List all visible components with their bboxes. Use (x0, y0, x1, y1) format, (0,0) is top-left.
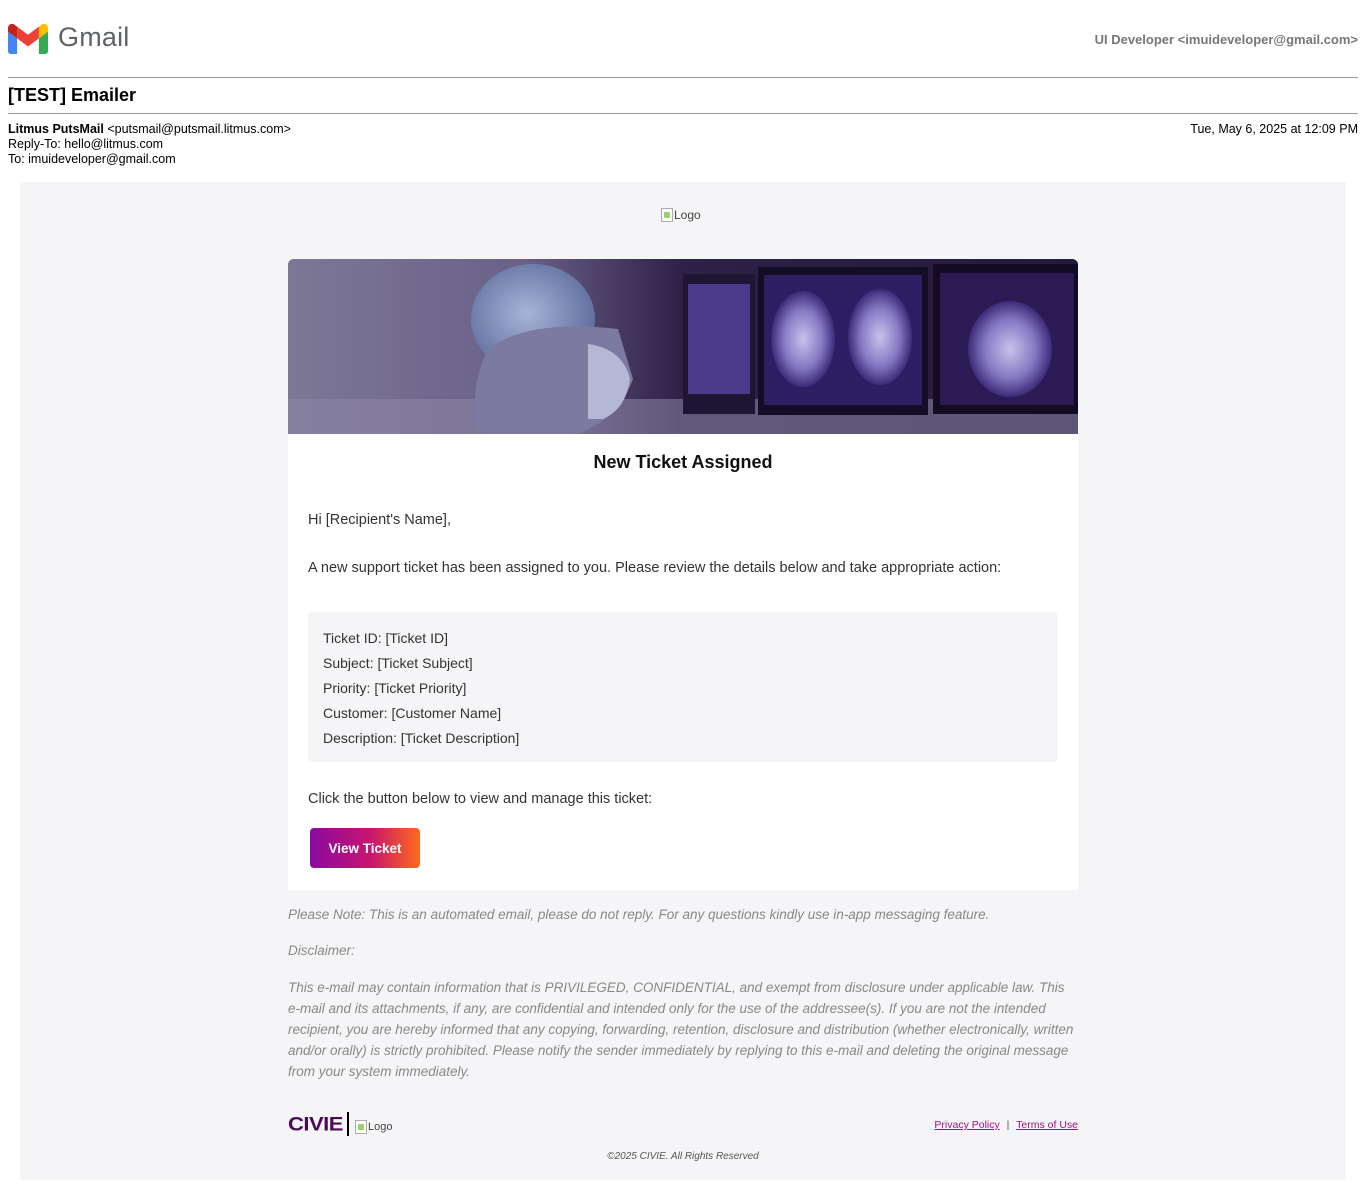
account-identity: UI Developer <imuideveloper@gmail.com> (1094, 32, 1358, 47)
cta-text: Click the button below to view and manag… (308, 791, 653, 807)
ticket-id-row: Ticket ID: [Ticket ID] (323, 630, 448, 646)
email-date: Tue, May 6, 2025 at 12:09 PM (1190, 122, 1358, 136)
gmail-wordmark: Gmail (58, 22, 130, 52)
ticket-customer-row: Customer: [Customer Name] (323, 705, 502, 721)
broken-image-icon (661, 208, 673, 222)
ticket-description-row: Description: [Ticket Description] (323, 730, 520, 746)
ticket-subject-row: Subject: [Ticket Subject] (323, 655, 473, 671)
footer-logo-image: Logo (354, 1120, 393, 1134)
divider (8, 113, 1358, 114)
sender-line: Litmus PutsMail <putsmail@putsmail.litmu… (8, 122, 291, 137)
broken-image-icon (354, 1120, 367, 1134)
hero-image (288, 259, 1078, 434)
greeting: Hi [Recipient's Name], (308, 512, 451, 528)
link-separator: | (1006, 1119, 1010, 1131)
intro-text: A new support ticket has been assigned t… (308, 560, 1002, 576)
ticket-details-box: Ticket ID: [Ticket ID] Subject: [Ticket … (308, 612, 1058, 762)
privacy-policy-link[interactable]: Privacy Policy (934, 1119, 999, 1131)
to-line: To: imuideveloper@gmail.com (8, 152, 176, 166)
terms-of-use-link[interactable]: Terms of Use (1016, 1119, 1078, 1131)
footer-links: Privacy Policy | Terms of Use (934, 1119, 1078, 1131)
sender-address: <putsmail@putsmail.litmus.com> (107, 122, 291, 136)
disclaimer-text: This e-mail may contain information that… (288, 980, 1074, 1079)
gmail-logo-icon (8, 23, 48, 54)
ticket-priority-row: Priority: [Ticket Priority] (323, 680, 467, 696)
footer-logo-alt: Logo (367, 1121, 393, 1133)
email-meta: Litmus PutsMail <putsmail@putsmail.litmu… (8, 122, 291, 167)
divider (8, 77, 1358, 78)
email-body-canvas: Logo New Ticket Assigned Hi [Recipient's… (20, 182, 1346, 1180)
card-title: New Ticket Assigned (593, 452, 773, 472)
disclaimer-label: Disclaimer: (288, 943, 355, 958)
copyright: ©2025 CIVIE. All Rights Reserved (607, 1151, 759, 1162)
civie-logo: CIVIE (288, 1112, 343, 1135)
top-logo-image: Logo (661, 208, 701, 222)
footer-brand: CIVIE Logo (288, 1111, 392, 1137)
gmail-header: Gmail UI Developer <imuideveloper@gmail.… (8, 20, 1358, 60)
top-logo-alt: Logo (674, 208, 701, 222)
sender-name: Litmus PutsMail (8, 122, 104, 136)
email-card: New Ticket Assigned Hi [Recipient's Name… (288, 259, 1078, 890)
reply-to-line: Reply-To: hello@litmus.com (8, 137, 164, 151)
email-subject: [TEST] Emailer (8, 85, 137, 105)
logo-divider (346, 1112, 349, 1136)
view-ticket-button[interactable]: View Ticket (310, 828, 420, 868)
automated-note: Please Note: This is an automated email,… (288, 907, 990, 922)
